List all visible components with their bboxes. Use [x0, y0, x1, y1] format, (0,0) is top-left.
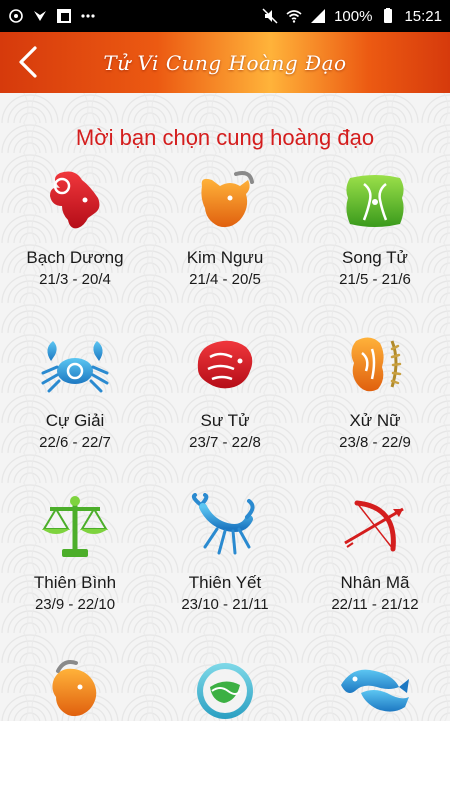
- flipboard-icon: [57, 9, 71, 23]
- sign-date: 22/6 - 22/7: [39, 434, 111, 451]
- libra-scales-icon: [42, 496, 108, 557]
- arrow-app-icon: [34, 11, 46, 21]
- sign-date: 23/8 - 22/9: [339, 434, 411, 451]
- sign-name: Thiên Yết: [188, 573, 262, 592]
- sign-aquarius[interactable]: [150, 657, 300, 721]
- sign-pisces[interactable]: [300, 657, 450, 721]
- sign-date: 23/9 - 22/10: [34, 596, 116, 613]
- sign-name: Sư Tử: [200, 411, 250, 430]
- taurus-bull-icon: [201, 171, 254, 228]
- page-title: Tử Vi Cung Hoàng Đạo: [103, 50, 347, 75]
- sign-date: 23/10 - 21/11: [181, 596, 269, 613]
- pisces-fish-icon: [341, 669, 409, 712]
- clock: 15:21: [404, 7, 442, 25]
- bottom-area: [0, 721, 450, 800]
- battery-level: 100%: [334, 7, 373, 25]
- status-bar: 100% 15:21: [0, 0, 450, 32]
- sign-sagittarius[interactable]: Nhân Mã 22/11 - 21/12: [300, 493, 450, 613]
- sign-date: 21/3 - 20/4: [39, 271, 111, 288]
- mute-icon: [262, 8, 278, 24]
- status-left: [8, 8, 96, 24]
- sign-gemini[interactable]: Song Tử 21/5 - 21/6: [300, 168, 450, 288]
- aquarius-water-icon: [197, 663, 253, 719]
- sign-virgo[interactable]: Xử Nữ 23/8 - 22/9: [300, 331, 450, 451]
- sign-capricorn[interactable]: [0, 657, 150, 721]
- sign-date: 22/11 - 21/12: [331, 596, 419, 613]
- leo-lion-icon: [197, 340, 253, 389]
- gemini-twins-icon: [346, 175, 404, 227]
- sign-name: Thiên Bình: [33, 573, 117, 592]
- status-right: 100% 15:21: [262, 8, 442, 25]
- sign-name: Kim Ngưu: [186, 248, 264, 267]
- sign-date: 23/7 - 22/8: [189, 434, 261, 451]
- more-icon: [81, 14, 95, 18]
- scorpio-scorpion-icon: [191, 493, 255, 555]
- virgo-maiden-icon: [351, 337, 402, 392]
- sync-icon: [9, 9, 23, 23]
- chevron-left-icon: [19, 46, 37, 78]
- aries-ram-icon: [50, 171, 100, 229]
- content-area: Mời bạn chọn cung hoàng đạo Bạch Dương 2…: [0, 93, 450, 721]
- sign-libra[interactable]: Thiên Bình 23/9 - 22/10: [0, 493, 150, 613]
- capricorn-goat-icon: [52, 660, 97, 717]
- sign-taurus[interactable]: Kim Ngưu 21/4 - 20/5: [150, 168, 300, 288]
- cancer-crab-icon: [41, 341, 109, 393]
- sign-name: Nhân Mã: [340, 573, 410, 592]
- signal-icon: [311, 9, 326, 23]
- sign-scorpio[interactable]: Thiên Yết 23/10 - 21/11: [150, 493, 300, 613]
- sign-leo[interactable]: Sư Tử 23/7 - 22/8: [150, 331, 300, 451]
- battery-icon: [384, 8, 393, 23]
- sign-date: 21/5 - 21/6: [339, 271, 411, 288]
- sagittarius-bow-icon: [344, 500, 404, 552]
- sign-name: Song Tử: [342, 248, 408, 267]
- sign-name: Bạch Dương: [26, 248, 124, 267]
- app-bar: Tử Vi Cung Hoàng Đạo: [0, 32, 450, 93]
- select-sign-heading: Mời bạn chọn cung hoàng đạo: [75, 125, 375, 150]
- sign-cancer[interactable]: Cự Giải 22/6 - 22/7: [0, 331, 150, 451]
- sign-name: Xử Nữ: [349, 411, 401, 430]
- sign-aries[interactable]: Bạch Dương 21/3 - 20/4: [0, 168, 150, 288]
- sign-date: 21/4 - 20/5: [189, 271, 261, 288]
- back-button[interactable]: [6, 40, 50, 84]
- wifi-icon: [286, 10, 302, 23]
- sign-name: Cự Giải: [45, 411, 105, 430]
